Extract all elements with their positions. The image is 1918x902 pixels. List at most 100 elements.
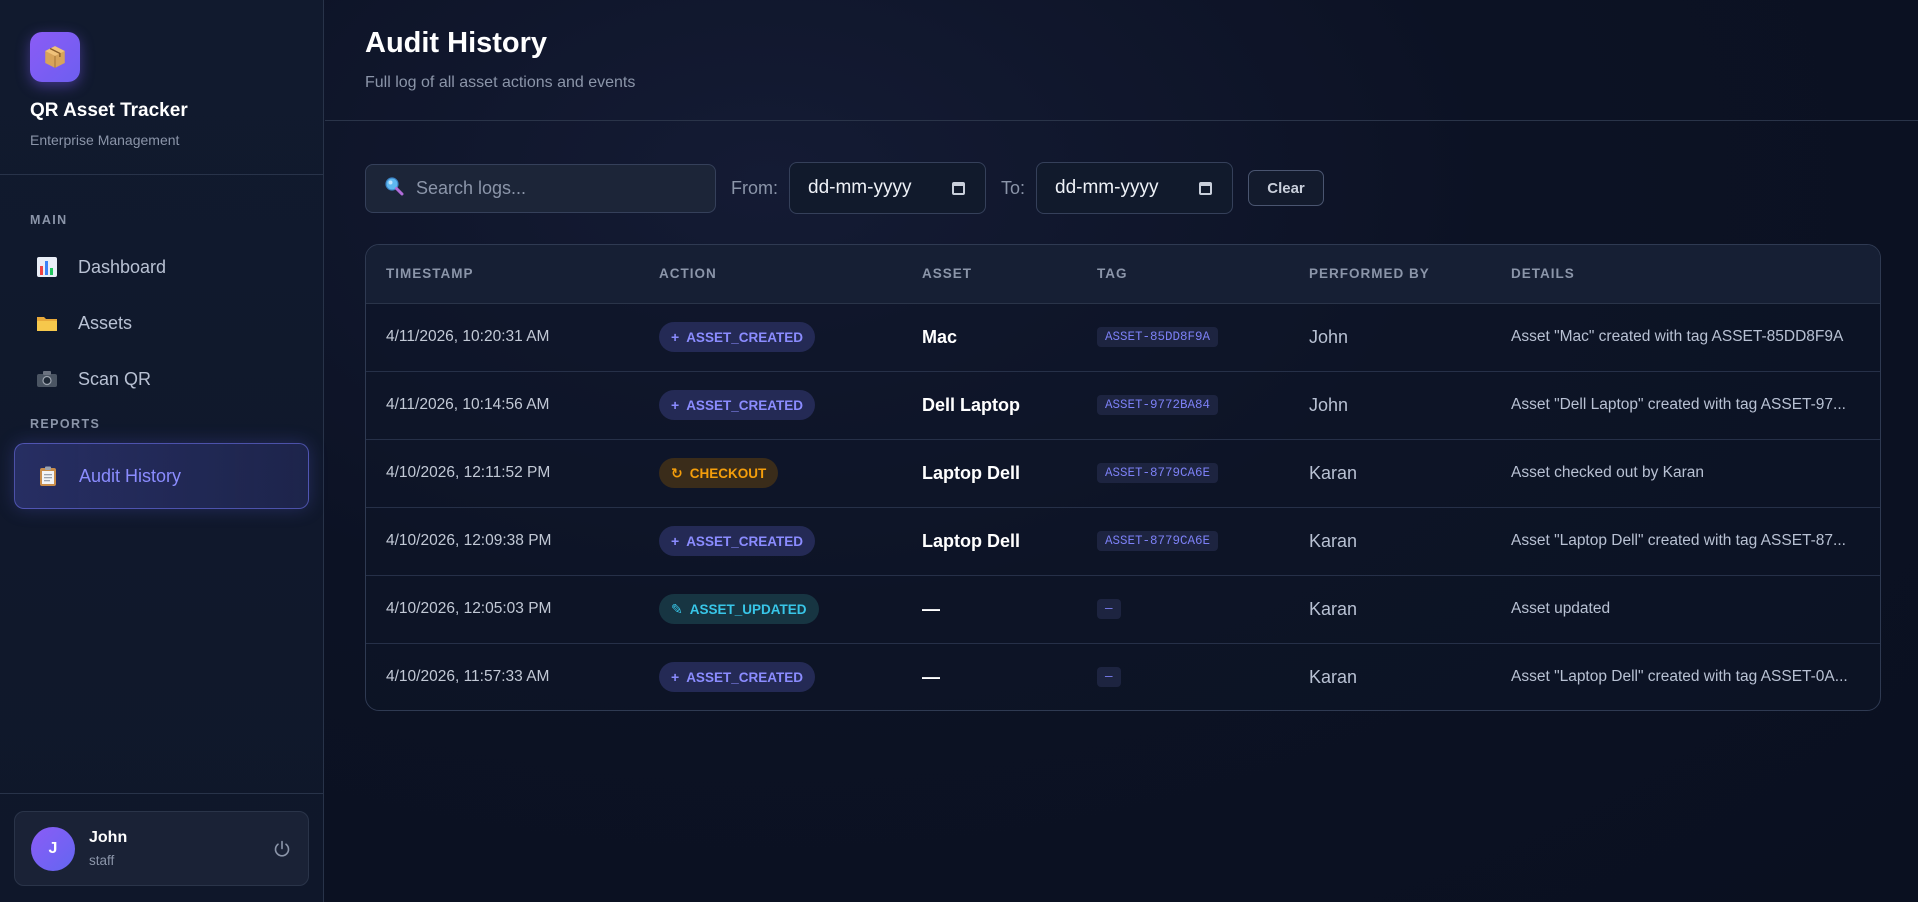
sidebar-item-audit-history[interactable]: Audit History (14, 443, 309, 509)
cell-performed-by: John (1309, 326, 1349, 347)
asset-tag: ASSET-9772BA84 (1097, 395, 1219, 415)
calendar-icon[interactable] (1199, 181, 1213, 195)
clear-button[interactable]: Clear (1248, 170, 1325, 206)
action-badge: + ASSET_CREATED (659, 662, 815, 693)
action-label: CHECKOUT (689, 465, 767, 481)
cell-tag: ASSET-8779CA6E (1077, 439, 1289, 507)
cell-performed-by: Karan (1309, 598, 1358, 619)
section-label-reports: REPORTS (30, 417, 101, 431)
action-label: ASSET_CREATED (686, 533, 803, 549)
action-label: ASSET_UPDATED (689, 601, 807, 617)
cell-action: + ASSET_CREATED (639, 507, 902, 575)
cell-asset: — (922, 598, 940, 619)
action-badge: + ASSET_CREATED (659, 390, 815, 420)
cell-tag: ASSET-85DD8F9A (1077, 303, 1289, 371)
cell-asset: Mac (922, 326, 958, 347)
cell-details: Asset "Dell Laptop" created with tag ASS… (1511, 396, 1846, 413)
table-row[interactable]: 4/10/2026, 12:09:38 PM + ASSET_CREATED Lapt… (366, 507, 1880, 575)
cell-asset: Laptop Dell (922, 530, 1020, 551)
package-icon (30, 32, 80, 82)
cell-action: ↻ CHECKOUT (639, 439, 902, 507)
cell-action: ✎ ASSET_UPDATED (639, 575, 902, 643)
cell-details: Asset "Laptop Dell" created with tag ASS… (1511, 532, 1846, 549)
search-input[interactable] (416, 177, 696, 199)
cell-asset: Laptop Dell (922, 462, 1020, 483)
column-header-asset[interactable]: ASSET (902, 245, 1077, 304)
camera-icon (36, 368, 58, 390)
cell-timestamp: 4/10/2026, 12:09:38 PM (386, 532, 552, 549)
sidebar-item-label: Dashboard (78, 256, 167, 277)
app-subtitle: Enterprise Management (30, 132, 180, 148)
cell-timestamp: 4/10/2026, 12:11:52 PM (386, 464, 551, 481)
cell-asset: — (922, 666, 940, 687)
cell-timestamp: 4/11/2026, 10:20:31 AM (386, 328, 550, 345)
section-label-main: MAIN (30, 213, 68, 227)
cell-details: Asset "Laptop Dell" created with tag ASS… (1511, 668, 1848, 686)
cell-action: + ASSET_CREATED (639, 371, 902, 439)
user-role: staff (89, 853, 115, 868)
bar-chart-icon (36, 256, 58, 278)
table-row[interactable]: 4/10/2026, 12:11:52 PM ↻ CHECKOUT Laptop De… (366, 439, 1880, 507)
asset-tag: ASSET-8779CA6E (1097, 531, 1219, 551)
avatar: J (31, 826, 75, 871)
plus-icon: + (671, 329, 680, 345)
cell-action: + ASSET_CREATED (639, 643, 902, 710)
column-header-timestamp[interactable]: TIMESTAMP (366, 245, 639, 304)
audit-table: TIMESTAMP ACTION ASSET TAG PERFORMED BY … (365, 244, 1881, 711)
asset-tag: — (1097, 599, 1121, 619)
from-label: From: (731, 177, 778, 198)
asset-tag: ASSET-85DD8F9A (1097, 327, 1219, 347)
column-header-performed-by[interactable]: PERFORMED BY (1289, 245, 1491, 304)
power-icon[interactable] (272, 839, 292, 859)
cell-details: Asset checked out by Karan (1511, 464, 1705, 481)
cell-tag: ASSET-9772BA84 (1077, 371, 1289, 439)
cell-performed-by: Karan (1309, 666, 1358, 687)
pencil-icon: ✎ (671, 600, 683, 617)
action-badge: ↻ CHECKOUT (659, 458, 779, 488)
user-name: John (89, 829, 128, 846)
action-badge: + ASSET_CREATED (659, 526, 815, 556)
cell-action: + ASSET_CREATED (639, 303, 902, 371)
cell-tag: ASSET-8779CA6E (1077, 507, 1289, 575)
brand: QR Asset Tracker Enterprise Management (0, 0, 323, 175)
sidebar: QR Asset Tracker Enterprise Management M… (0, 0, 324, 902)
search-icon (384, 176, 404, 201)
cell-timestamp: 4/10/2026, 12:05:03 PM (386, 600, 552, 617)
to-label: To: (1001, 177, 1026, 198)
sidebar-item-scan-qr[interactable]: Scan QR (14, 351, 309, 407)
from-date-value: dd-mm-yyyy (808, 177, 912, 198)
sidebar-item-label: Assets (78, 312, 133, 333)
table-row[interactable]: 4/10/2026, 12:05:03 PM ✎ ASSET_UPDATED — — Ka… (366, 575, 1880, 643)
user-card[interactable]: J John staff (14, 811, 309, 886)
app-title: QR Asset Tracker (30, 100, 188, 121)
table-row[interactable]: 4/11/2026, 10:20:31 AM + ASSET_CREATED Mac A… (366, 303, 1880, 371)
sidebar-item-dashboard[interactable]: Dashboard (14, 239, 309, 295)
cell-performed-by: Karan (1309, 530, 1358, 551)
cell-performed-by: John (1309, 394, 1349, 415)
user-panel: J John staff (0, 793, 323, 902)
table-header-row: TIMESTAMP ACTION ASSET TAG PERFORMED BY … (366, 245, 1880, 304)
column-header-action[interactable]: ACTION (639, 245, 902, 304)
cell-details: Asset "Mac" created with tag ASSET-85DD8… (1511, 328, 1844, 345)
calendar-icon[interactable] (952, 181, 965, 195)
action-label: ASSET_CREATED (686, 329, 803, 345)
folder-icon (36, 312, 58, 334)
page-header: Audit History Full log of all asset acti… (325, 0, 1918, 121)
column-header-details[interactable]: DETAILS (1491, 245, 1880, 304)
action-label: ASSET_CREATED (686, 669, 803, 685)
plus-icon: + (671, 397, 680, 413)
table-row[interactable]: 4/11/2026, 10:14:56 AM + ASSET_CREATED Dell… (366, 371, 1880, 439)
filter-toolbar: From: dd-mm-yyyy To: dd-mm-yyyy Clear (365, 161, 1325, 215)
to-date-input[interactable]: dd-mm-yyyy (1036, 162, 1234, 214)
to-date-value: dd-mm-yyyy (1055, 177, 1159, 198)
sidebar-item-assets[interactable]: Assets (14, 295, 309, 351)
table-row[interactable]: 4/10/2026, 11:57:33 AM + ASSET_CREATED — — Ka… (366, 643, 1880, 710)
cell-tag: — (1077, 575, 1289, 643)
search-box (365, 163, 716, 213)
from-date-input[interactable]: dd-mm-yyyy (789, 162, 986, 214)
column-header-tag[interactable]: TAG (1077, 245, 1289, 304)
action-label: ASSET_CREATED (686, 397, 803, 413)
cell-asset: Dell Laptop (922, 394, 1020, 415)
clipboard-icon (37, 465, 59, 487)
refresh-icon: ↻ (671, 464, 683, 481)
